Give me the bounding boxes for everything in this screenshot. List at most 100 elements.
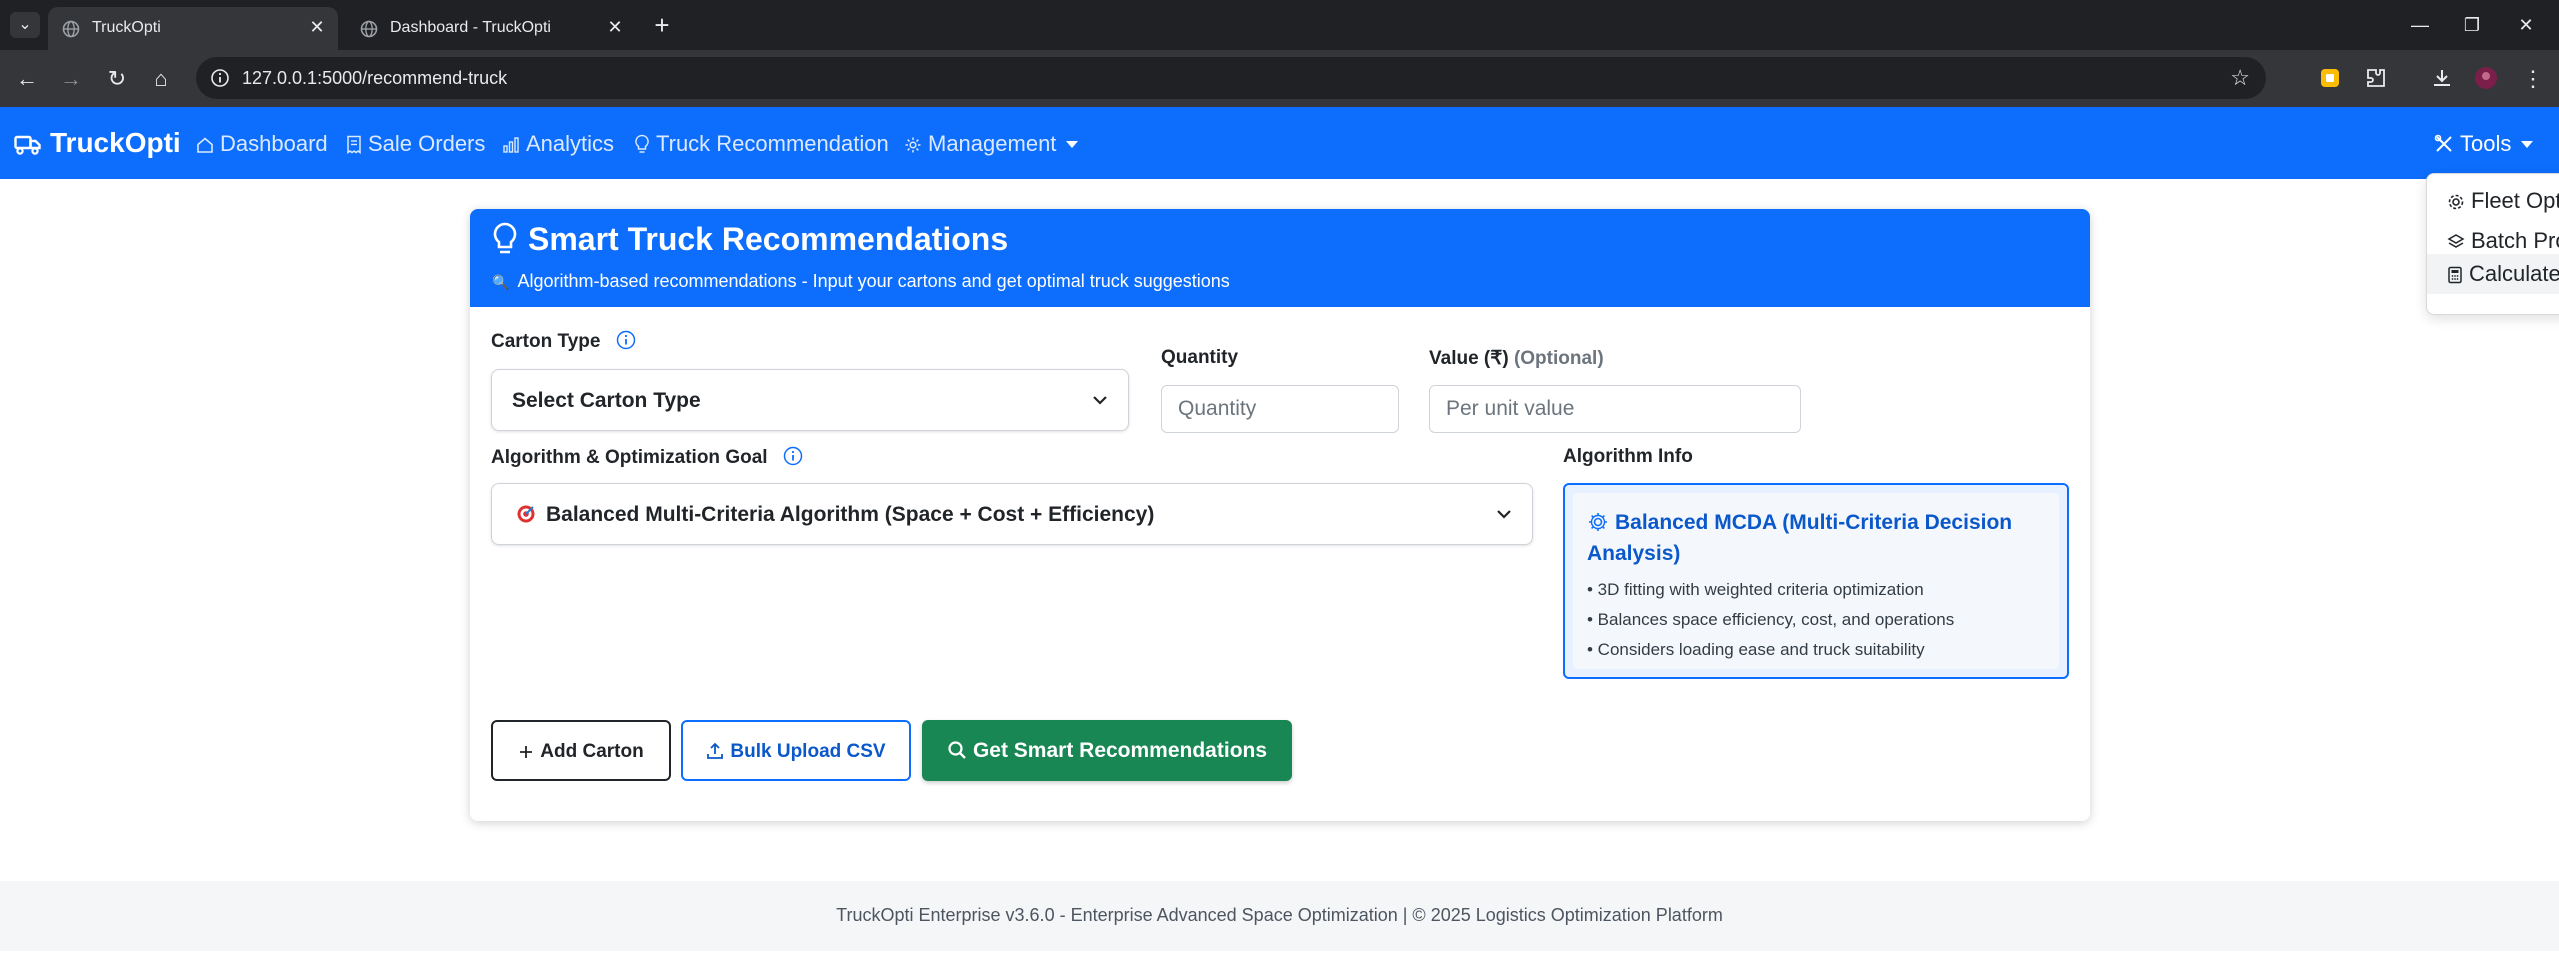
footer-text: TruckOpti Enterprise v3.6.0 - Enterprise… — [836, 905, 1723, 925]
algorithm-info-panel: Balanced MCDA (Multi-Criteria Decision A… — [1563, 483, 2069, 679]
tab-title: TruckOpti — [92, 19, 161, 36]
quantity-input[interactable] — [1161, 385, 1399, 433]
menu-item-label: Calculate — [2469, 261, 2559, 286]
button-label: Get Smart Recommendations — [972, 739, 1268, 762]
url-text: 127.0.0.1:5000/recommend-truck — [242, 68, 508, 88]
value-label: Value (₹) (Optional) — [1429, 347, 1604, 370]
minimize-icon[interactable]: — — [2400, 10, 2440, 40]
browser-menu-icon[interactable]: ⋮ — [2518, 64, 2548, 94]
algorithm-label: Algorithm & Optimization Goal — [491, 446, 803, 469]
house-icon — [197, 137, 213, 153]
card-header: Smart Truck Recommendations 🔍 Algorithm-b… — [470, 209, 2090, 307]
target-icon — [517, 505, 535, 523]
app-navbar: TruckOpti Dashboard Sale Orders Analytic… — [0, 107, 2559, 179]
select-value: Select Carton Type — [512, 389, 701, 412]
bar-chart-icon — [503, 137, 519, 153]
nav-analytics[interactable]: Analytics — [502, 131, 614, 157]
algorithm-info-title-text: Balanced MCDA (Multi-Criteria Decision A… — [1587, 511, 2013, 565]
tab-title: Dashboard - TruckOpti — [390, 19, 551, 36]
chevron-down-icon — [1066, 141, 1079, 148]
menu-item-fleet-optimization[interactable]: Fleet Opt — [2447, 188, 2559, 214]
info-icon[interactable] — [616, 330, 636, 350]
home-icon[interactable]: ⌂ — [146, 64, 176, 94]
page-footer: TruckOpti Enterprise v3.6.0 - Enterprise… — [0, 881, 2559, 951]
back-icon[interactable]: ← — [12, 64, 42, 94]
menu-item-label: Batch Pro — [2471, 228, 2559, 253]
menu-item-calculator[interactable]: Calculate — [2427, 254, 2559, 294]
label-text: Algorithm & Optimization Goal — [491, 447, 768, 468]
nav-dashboard[interactable]: Dashboard — [196, 131, 328, 157]
bookmark-star-icon[interactable]: ☆ — [2230, 65, 2250, 91]
download-icon[interactable] — [2430, 66, 2454, 90]
card-subtitle: 🔍 Algorithm-based recommendations - Input… — [492, 271, 1230, 292]
chevron-down-icon — [1093, 396, 1107, 405]
optional-hint: (Optional) — [1513, 348, 1604, 369]
browser-toolbar: ← → ↻ ⌂ 127.0.0.1:5000/recommend-truck ☆… — [0, 50, 2559, 107]
brand-name: TruckOpti — [50, 127, 181, 158]
close-icon[interactable]: ✕ — [604, 16, 626, 38]
carton-type-select[interactable]: Select Carton Type — [491, 369, 1129, 431]
magnifier-icon: 🔍 — [492, 274, 510, 290]
quantity-label: Quantity — [1161, 347, 1239, 368]
tools-label: Tools — [2460, 131, 2512, 156]
extensions-puzzle-icon[interactable] — [2364, 66, 2388, 90]
nav-label: Sale Orders — [368, 131, 486, 156]
chevron-down-icon — [2521, 141, 2534, 148]
select-value: Balanced Multi-Criteria Algorithm (Space… — [516, 503, 1154, 527]
address-bar[interactable]: 127.0.0.1:5000/recommend-truck ☆ — [196, 57, 2266, 99]
upload-icon — [707, 742, 724, 759]
card-title: Smart Truck Recommendations — [492, 221, 1008, 258]
calculator-icon — [2448, 266, 2462, 284]
brand[interactable]: TruckOpti — [14, 127, 181, 159]
nav-label: Dashboard — [220, 131, 328, 156]
label-text: Value (₹) — [1429, 348, 1509, 369]
profile-avatar[interactable] — [2474, 66, 2498, 90]
nav-label: Analytics — [526, 131, 615, 156]
browser-tab-active[interactable]: TruckOpti ✕ — [48, 7, 338, 50]
layers-icon — [2447, 234, 2465, 248]
browser-tab[interactable]: Dashboard - TruckOpti ✕ — [346, 7, 636, 50]
restore-icon[interactable]: ❐ — [2452, 10, 2492, 40]
add-carton-button[interactable]: Add Carton — [491, 720, 671, 781]
plus-icon — [520, 746, 533, 758]
menu-item-batch-processing[interactable]: Batch Pro — [2447, 228, 2559, 254]
algorithm-info-point: • 3D fitting with weighted criteria opti… — [1587, 580, 1924, 599]
truck-icon — [14, 135, 41, 155]
gear-icon — [1589, 513, 1607, 531]
tools-dropdown-toggle[interactable]: Tools — [2434, 131, 2534, 157]
lightbulb-icon — [635, 134, 649, 153]
algorithm-info-title: Balanced MCDA (Multi-Criteria Decision A… — [1587, 507, 2027, 569]
carton-type-label: Carton Type — [491, 330, 636, 353]
info-icon[interactable] — [783, 446, 803, 466]
search-icon — [948, 741, 966, 759]
value-input[interactable] — [1429, 385, 1801, 433]
close-icon[interactable]: ✕ — [306, 16, 328, 38]
nav-label: Management — [928, 131, 1057, 156]
reload-icon[interactable]: ↻ — [102, 64, 132, 94]
chevron-down-icon — [1497, 510, 1511, 519]
bulk-upload-csv-button[interactable]: Bulk Upload CSV — [681, 720, 911, 781]
get-smart-recommendations-button[interactable]: Get Smart Recommendations — [922, 720, 1292, 781]
tools-icon — [2434, 134, 2452, 152]
window-close-icon[interactable]: ✕ — [2506, 10, 2546, 40]
algorithm-select[interactable]: Balanced Multi-Criteria Algorithm (Space… — [491, 483, 1533, 545]
nav-sale-orders[interactable]: Sale Orders — [346, 131, 485, 157]
card-title-text: Smart Truck Recommendations — [528, 221, 1009, 257]
extension-icon[interactable] — [2318, 66, 2342, 90]
tab-search-button[interactable]: ⌄ — [10, 12, 40, 38]
button-label: Add Carton — [540, 741, 644, 762]
button-label: Bulk Upload CSV — [730, 741, 886, 762]
globe-icon — [62, 20, 80, 38]
algorithm-info-point: • Balances space efficiency, cost, and o… — [1587, 610, 1955, 629]
tools-dropdown-menu: Fleet Opt Batch Pro Calculate — [2426, 173, 2559, 315]
new-tab-button[interactable]: + — [648, 12, 676, 40]
nav-truck-recommendation[interactable]: Truck Recommendation — [634, 131, 889, 157]
gear-icon — [2448, 194, 2464, 210]
site-info-icon[interactable] — [210, 68, 230, 88]
forward-icon[interactable]: → — [56, 64, 86, 94]
receipt-icon — [347, 135, 361, 154]
algorithm-info-point: • Considers loading ease and truck suita… — [1587, 640, 1925, 659]
algorithm-info-body: Balanced MCDA (Multi-Criteria Decision A… — [1573, 493, 2059, 669]
globe-icon — [360, 20, 378, 38]
nav-management-dropdown[interactable]: Management — [904, 131, 1079, 157]
